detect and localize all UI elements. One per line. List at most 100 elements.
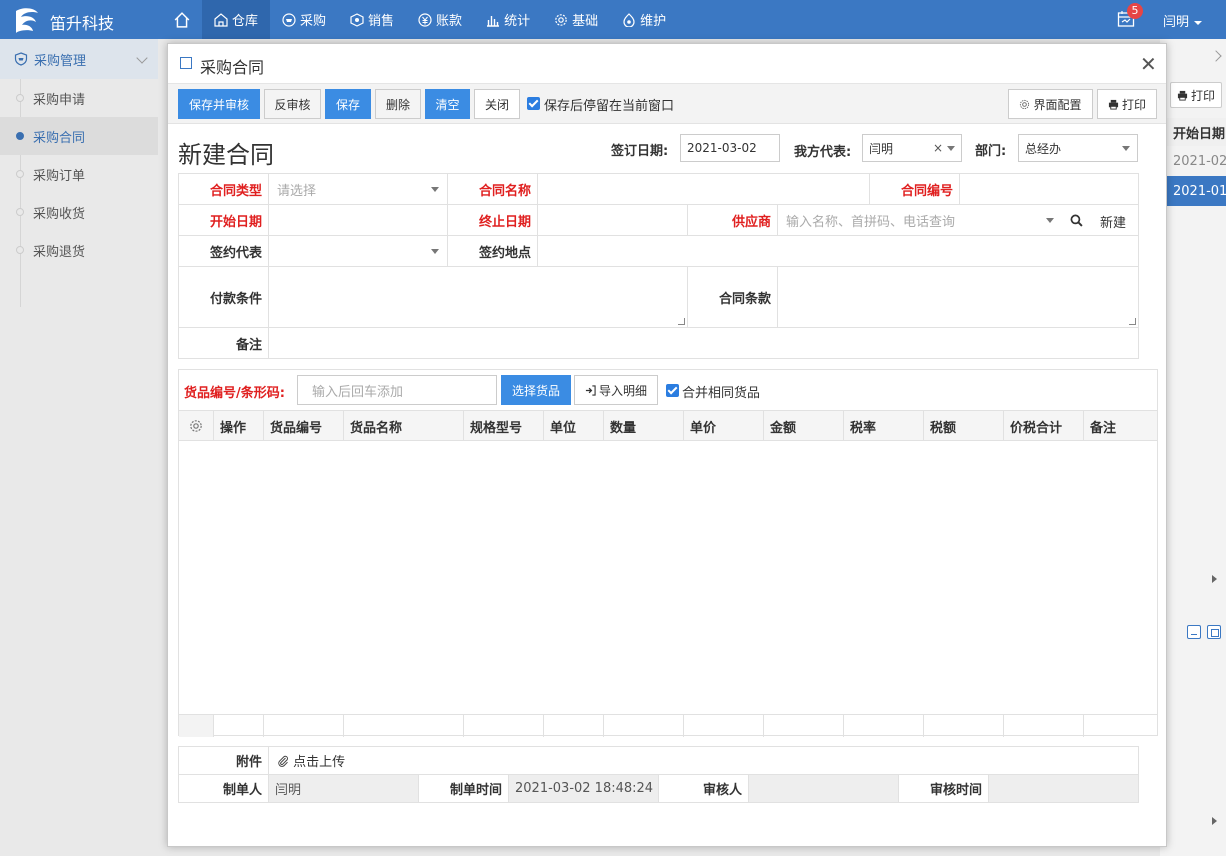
user-name: 闫明	[1163, 15, 1190, 30]
nav-maintain[interactable]: 维护	[610, 0, 678, 39]
logo-icon	[16, 8, 38, 33]
goods-grid-header: 操作 货品编号 货品名称 规格型号 单位 数量 单价 金额 税率 税额 价税合计…	[179, 411, 1157, 441]
start-date-input[interactable]	[268, 204, 448, 236]
purchase-contract-dialog: 采购合同 ✕ 保存并审核 反审核 保存 删除 清空 关闭 保存后停留在当前窗口 …	[167, 43, 1167, 847]
clear-x-icon[interactable]: ×	[933, 141, 943, 155]
contract-no-label: 合同编号	[869, 173, 961, 205]
tree-dot-icon	[16, 246, 24, 254]
close-button[interactable]: 关闭	[474, 89, 520, 119]
minimize-icon[interactable]	[1187, 625, 1201, 639]
import-detail-button[interactable]: 导入明细	[574, 375, 658, 405]
sidebar-item-purchase-receipt[interactable]: 采购收货	[0, 193, 158, 231]
print-button[interactable]: 打印	[1097, 89, 1157, 119]
new-supplier-link[interactable]: 新建	[1100, 212, 1126, 231]
nav-stats[interactable]: 统计	[474, 0, 542, 39]
clear-button[interactable]: 清空	[425, 89, 470, 119]
column-header: 规格型号	[464, 411, 544, 441]
background-row[interactable]: 2021-02-	[1166, 146, 1226, 176]
document-footer: 附件 点击上传 制单人 闫明 制单时间 2021-03-02 18:48:24 …	[178, 746, 1140, 803]
resize-handle-icon[interactable]	[1129, 318, 1137, 325]
sidebar-item-label: 采购订单	[33, 168, 86, 184]
created-time-value: 2021-03-02 18:48:24	[508, 774, 659, 803]
user-menu[interactable]: 闫明	[1163, 11, 1203, 30]
goods-code-placeholder: 输入后回车添加	[312, 384, 404, 400]
upload-link[interactable]: 点击上传	[267, 746, 1140, 775]
footer-cell	[1084, 715, 1157, 737]
unaudit-button[interactable]: 反审核	[264, 89, 321, 119]
maintain-icon	[623, 12, 635, 27]
sign-date-input[interactable]: 2021-03-02	[680, 134, 780, 162]
contract-no-input[interactable]	[959, 173, 1140, 205]
audit-time-label: 审核时间	[898, 774, 989, 803]
sidebar-item-purchase-order[interactable]: 采购订单	[0, 155, 158, 193]
nav-basic[interactable]: 基础	[542, 0, 610, 39]
supplier-input[interactable]: 输入名称、首拼码、电话查询 新建	[776, 204, 1140, 236]
tree-dot-icon	[16, 208, 24, 216]
tree-dot-icon	[16, 170, 24, 178]
footer-cell	[544, 715, 604, 737]
nav-sales[interactable]: 销售	[338, 0, 406, 39]
sidebar-item-purchase-return[interactable]: 采购退货	[0, 231, 158, 269]
tree-dot-icon	[16, 94, 24, 102]
contract-type-select[interactable]: 请选择	[268, 173, 448, 205]
save-button[interactable]: 保存	[325, 89, 371, 119]
sidebar-item-purchase-contract[interactable]: 采购合同	[0, 117, 158, 155]
close-icon[interactable]: ✕	[1140, 54, 1157, 74]
column-header: 税额	[924, 411, 1004, 441]
nav-label: 采购	[300, 14, 327, 29]
brand-name: 笛升科技	[50, 14, 115, 33]
representative-value: 闫明	[869, 141, 894, 156]
column-header: 数量	[604, 411, 684, 441]
footer-cell	[464, 715, 544, 737]
printer-icon	[1108, 99, 1119, 110]
creator-value: 闫明	[268, 774, 419, 803]
contract-terms-label: 合同条款	[687, 266, 778, 328]
column-settings[interactable]	[179, 411, 214, 441]
nav-home[interactable]	[162, 0, 202, 39]
ui-config-button[interactable]: 界面配置	[1008, 89, 1093, 119]
footer-cell	[1004, 715, 1084, 737]
sidebar-section-label: 采购管理	[34, 53, 87, 69]
merge-checkbox[interactable]	[666, 384, 679, 397]
footer-cell	[179, 715, 214, 737]
nav-label: 账款	[436, 14, 463, 29]
representative-label: 我方代表:	[794, 145, 852, 160]
scroll-right-icon[interactable]	[1212, 817, 1217, 825]
nav-accounts[interactable]: 账款	[406, 0, 474, 39]
search-icon[interactable]	[1070, 214, 1083, 227]
nav-warehouse[interactable]: 仓库	[202, 0, 271, 39]
department-select[interactable]: 总经办	[1018, 134, 1138, 162]
stay-checkbox[interactable]	[527, 97, 540, 110]
goods-code-input[interactable]: 输入后回车添加	[297, 375, 497, 405]
chevron-down-icon	[1194, 20, 1203, 25]
select-goods-button[interactable]: 选择货品	[501, 375, 571, 405]
contract-terms-textarea[interactable]	[776, 266, 1140, 328]
footer-cell	[604, 715, 684, 737]
save-audit-button[interactable]: 保存并审核	[178, 89, 260, 119]
resize-handle-icon[interactable]	[678, 318, 685, 325]
scroll-right-icon[interactable]	[1212, 575, 1217, 583]
remark-input[interactable]	[267, 327, 1140, 359]
footer-cell	[264, 715, 344, 737]
auditor-label: 审核人	[658, 774, 749, 803]
background-row-selected[interactable]: 2021-01-	[1166, 176, 1226, 206]
end-date-input[interactable]	[537, 204, 688, 236]
sidebar-section-purchase[interactable]: 采购管理	[0, 39, 158, 79]
maximize-icon[interactable]	[1207, 625, 1221, 639]
sidebar-item-purchase-request[interactable]: 采购申请	[0, 79, 158, 117]
sales-icon	[350, 12, 364, 27]
contract-name-input[interactable]	[536, 173, 871, 205]
background-print-button[interactable]: 打印	[1170, 82, 1222, 108]
representative-select[interactable]: 闫明 ×	[862, 134, 962, 162]
sign-place-input[interactable]	[536, 235, 1140, 267]
top-bar: 笛升科技 仓库 采购 销售 账款 统计 基础 维护 5 闫明	[0, 0, 1226, 39]
column-header: 价税合计	[1004, 411, 1084, 441]
footer-cell	[924, 715, 1004, 737]
gear-icon	[1020, 99, 1030, 109]
sign-date-label: 签订日期:	[611, 144, 669, 159]
pay-terms-textarea[interactable]	[268, 266, 688, 328]
nav-purchase[interactable]: 采购	[270, 0, 338, 39]
delete-button[interactable]: 删除	[375, 89, 421, 119]
sign-rep-select[interactable]	[268, 235, 448, 267]
dialog-title: 采购合同	[200, 58, 265, 77]
